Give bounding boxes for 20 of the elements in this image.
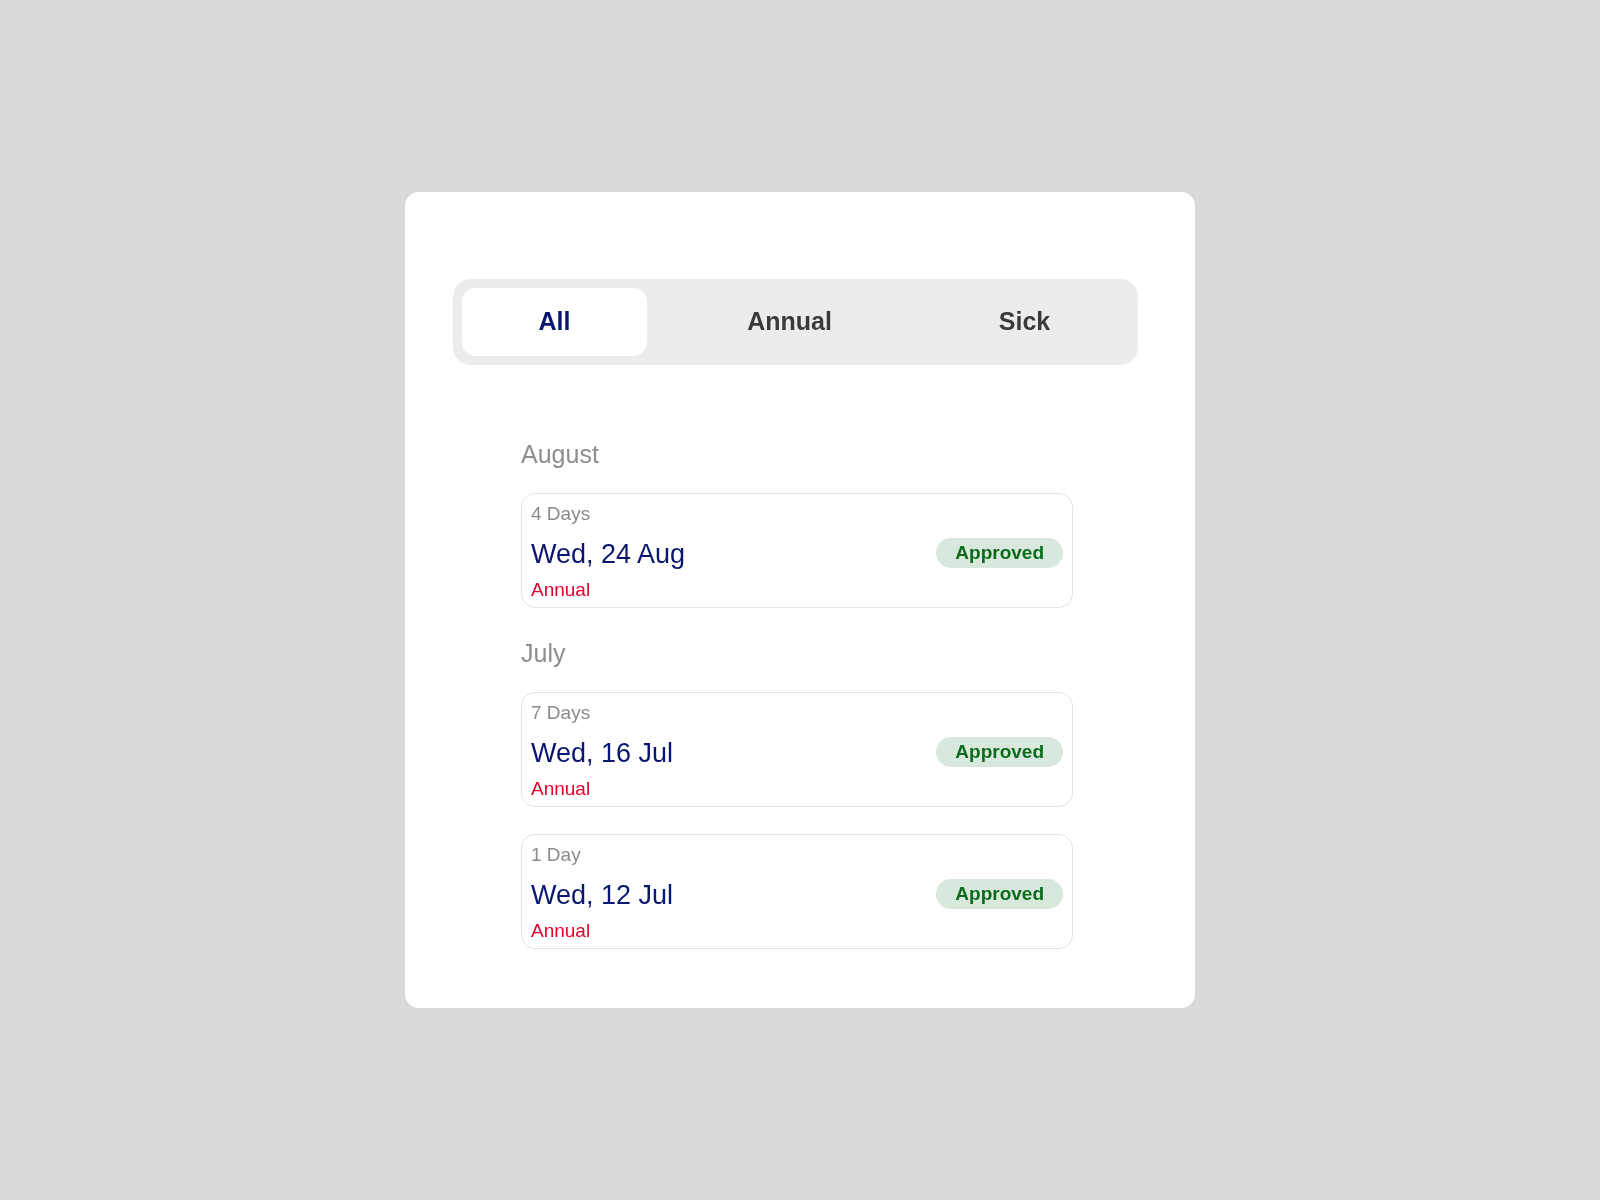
duration-text: 4 Days <box>531 502 592 527</box>
status-badge: Approved <box>936 537 1063 568</box>
tab[interactable]: Sick <box>932 287 1117 356</box>
month-heading: July <box>521 637 567 668</box>
leave-entry-card[interactable]: 7 Days Wed, 16 Jul Annual Approved <box>521 692 1073 808</box>
tab[interactable]: All <box>462 287 647 356</box>
date-text: Wed, 12 Jul <box>531 878 674 911</box>
duration-text: 1 Day <box>531 843 582 868</box>
duration-text: 7 Days <box>531 701 592 726</box>
leave-type-text: Annual <box>531 919 592 944</box>
tab[interactable]: Annual <box>697 287 882 356</box>
date-text: Wed, 16 Jul <box>531 736 674 769</box>
leave-type-text: Annual <box>531 777 592 802</box>
status-badge: Approved <box>936 736 1063 767</box>
leave-entry-card[interactable]: 4 Days Wed, 24 Aug Annual Approved <box>521 493 1073 609</box>
leave-entry-card[interactable]: 1 Day Wed, 12 Jul Annual Approved <box>521 834 1073 950</box>
month-heading: August <box>521 438 600 469</box>
date-text: Wed, 24 Aug <box>531 537 686 570</box>
leave-type-text: Annual <box>531 578 592 603</box>
status-badge: Approved <box>936 878 1063 909</box>
